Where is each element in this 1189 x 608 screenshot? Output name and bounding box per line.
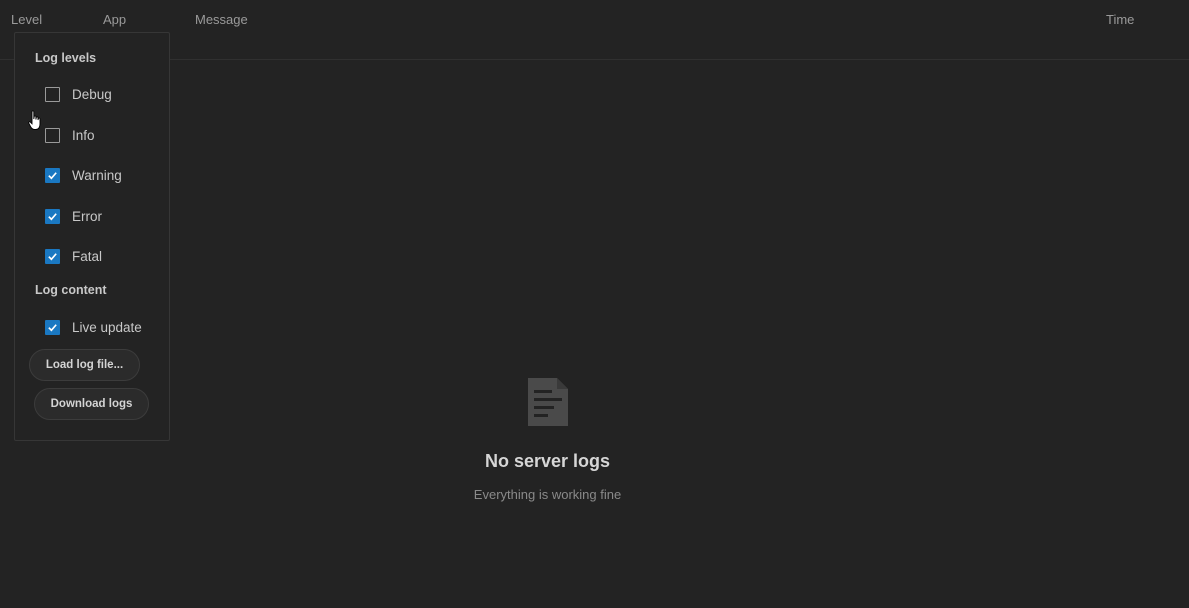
checkmark-icon bbox=[48, 212, 57, 220]
warning-checkbox[interactable] bbox=[45, 167, 60, 183]
column-header-level[interactable]: Level bbox=[11, 12, 42, 27]
download-logs-button[interactable]: Download logs bbox=[34, 388, 149, 420]
empty-state-title: No server logs bbox=[484, 451, 611, 471]
warning-label: Warning bbox=[72, 167, 122, 183]
log-content-heading: Log content bbox=[35, 283, 107, 297]
level-option-warning[interactable]: Warning bbox=[45, 165, 122, 185]
hand-pointer-cursor-icon bbox=[28, 110, 41, 130]
checkmark-icon bbox=[48, 252, 57, 260]
server-logs-view: Level App Message Time Log levels Debug … bbox=[0, 0, 1189, 608]
empty-state-subtitle: Everything is working fine bbox=[473, 487, 622, 502]
log-table-header: Level App Message Time bbox=[0, 0, 1189, 60]
level-filter-dropdown: Log levels Debug Info Warning Error Fata… bbox=[14, 32, 170, 441]
document-icon bbox=[528, 378, 568, 426]
checkmark-icon bbox=[48, 323, 57, 331]
fatal-label: Fatal bbox=[72, 248, 103, 264]
column-header-time[interactable]: Time bbox=[1106, 12, 1134, 27]
level-option-debug[interactable]: Debug bbox=[45, 84, 112, 104]
debug-label: Debug bbox=[72, 86, 112, 102]
live-update-checkbox[interactable] bbox=[45, 319, 60, 335]
live-update-label: Live update bbox=[72, 319, 142, 335]
checkmark-icon bbox=[48, 171, 57, 179]
level-option-info[interactable]: Info bbox=[45, 125, 95, 145]
error-label: Error bbox=[72, 208, 102, 224]
info-checkbox[interactable] bbox=[45, 127, 60, 143]
live-update-option[interactable]: Live update bbox=[45, 317, 142, 337]
column-header-app[interactable]: App bbox=[103, 12, 126, 27]
debug-checkbox[interactable] bbox=[45, 86, 60, 102]
log-levels-heading: Log levels bbox=[35, 51, 97, 65]
level-option-fatal[interactable]: Fatal bbox=[45, 246, 102, 266]
load-log-file-button[interactable]: Load log file... bbox=[29, 349, 140, 381]
column-header-message[interactable]: Message bbox=[195, 12, 248, 27]
fatal-checkbox[interactable] bbox=[45, 248, 60, 264]
error-checkbox[interactable] bbox=[45, 208, 60, 224]
info-label: Info bbox=[72, 127, 95, 143]
level-option-error[interactable]: Error bbox=[45, 206, 102, 226]
